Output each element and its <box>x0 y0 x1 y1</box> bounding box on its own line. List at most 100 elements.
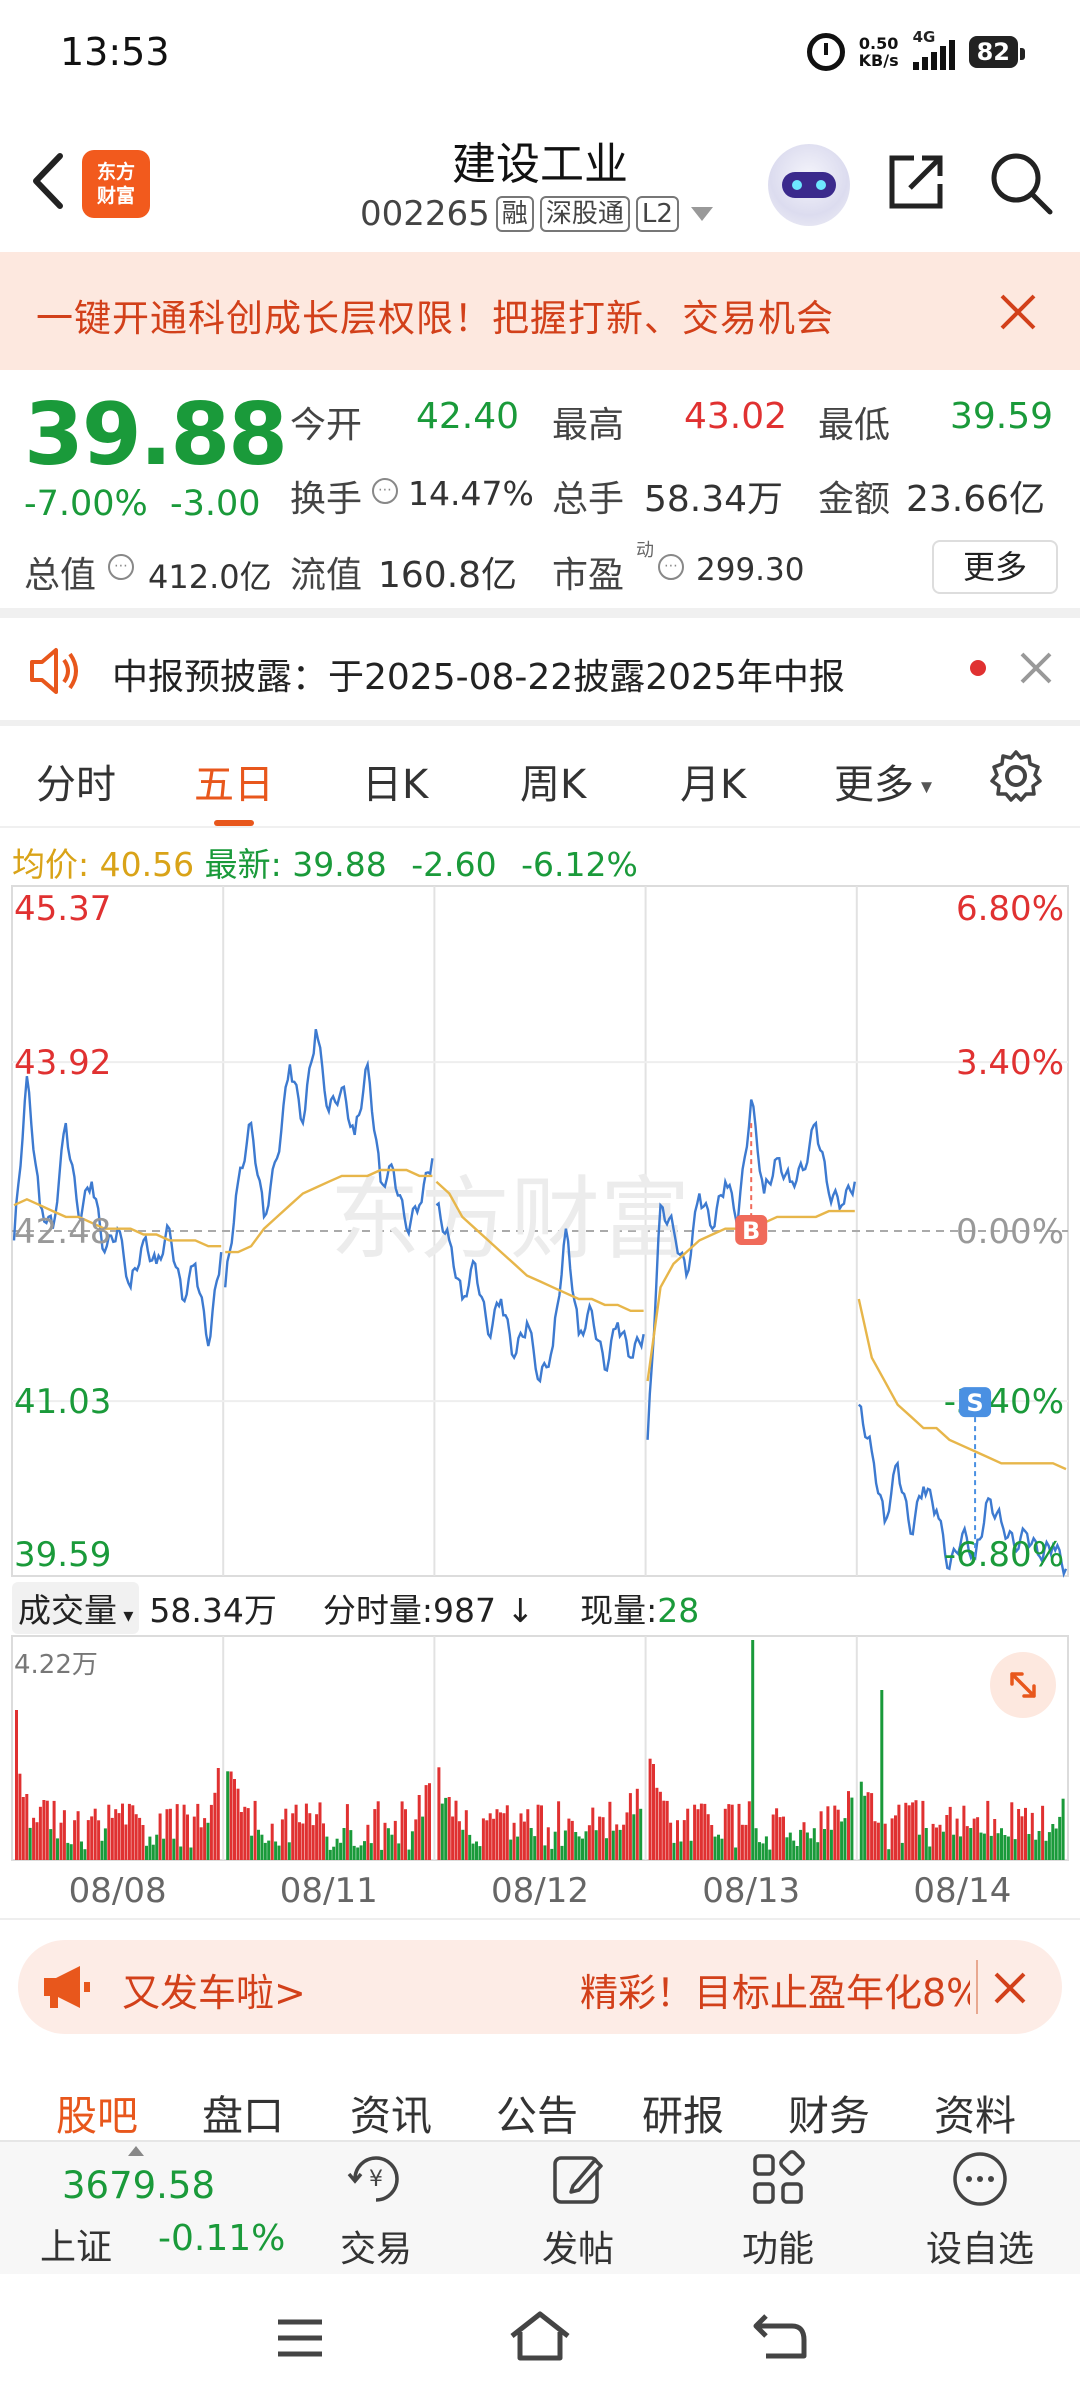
tab-news[interactable]: 资讯 <box>350 2082 432 2142</box>
promo-left-text[interactable]: 又发车啦> <box>122 1962 306 2017</box>
volume-bar <box>635 1788 639 1860</box>
tab-announcements[interactable]: 公告 <box>496 2082 578 2142</box>
x-tick-label: 08/12 <box>491 1871 589 1911</box>
volume-bar <box>499 1812 502 1860</box>
volume-bar <box>686 1808 690 1860</box>
nav-functions[interactable]: 功能 <box>708 2148 848 2272</box>
tab-orderbook[interactable]: 盘口 <box>202 2082 284 2142</box>
volume-bar <box>744 1824 748 1860</box>
volume-bar <box>976 1817 980 1860</box>
divider <box>0 1918 1080 1920</box>
volume-bar <box>1017 1809 1021 1860</box>
info-icon[interactable]: ⋯ <box>108 554 134 580</box>
info-icon[interactable]: ⋯ <box>372 478 398 504</box>
tab-financials[interactable]: 财务 <box>788 2082 870 2142</box>
stock-code-line[interactable]: 002265 融 深股通 L2 <box>360 194 713 234</box>
volume-bar <box>945 1815 949 1860</box>
volume-bar <box>151 1844 155 1860</box>
low-value: 39.59 <box>950 396 1054 437</box>
volume-bar <box>1041 1805 1045 1860</box>
volume-bar <box>900 1842 904 1860</box>
high-label: 最高 <box>552 405 625 446</box>
volume-bar <box>274 1841 278 1860</box>
volume-bar <box>792 1840 796 1860</box>
tab-intraday[interactable]: 分时 <box>36 752 116 810</box>
menu-icon[interactable] <box>276 2318 324 2358</box>
status-bar: 13:53 0.50 KB/s 4G 82 <box>0 0 1080 110</box>
volume-bar <box>1000 1828 1003 1860</box>
promo-banner[interactable]: 一键开通科创成长层权限！把握打新、交易机会 <box>0 252 1080 370</box>
volume-bar <box>652 1764 655 1860</box>
volume-bar <box>213 1792 217 1860</box>
volume-bar <box>833 1805 837 1860</box>
volume-bar <box>533 1836 537 1860</box>
tab-more[interactable]: 更多 ▾ <box>834 752 932 810</box>
volume-bar <box>229 1771 233 1860</box>
search-icon[interactable] <box>988 150 1054 216</box>
home-icon[interactable] <box>508 2310 572 2362</box>
tab-profile[interactable]: 资料 <box>934 2082 1016 2142</box>
tab-weekly-k[interactable]: 周K <box>520 752 586 810</box>
info-icon[interactable]: ⋯ <box>658 554 684 580</box>
low-label: 最低 <box>818 405 891 446</box>
volume-bar <box>114 1809 118 1860</box>
nav-add-watchlist[interactable]: 设自选 <box>910 2148 1050 2272</box>
volume-bar <box>608 1801 612 1860</box>
volume-bar <box>93 1808 97 1860</box>
volume-bar <box>69 1844 73 1860</box>
avg-price-label: 均价: <box>12 845 90 884</box>
volume-bar <box>665 1800 669 1860</box>
notice-text: 中报预披露：于2025-08-22披露2025年中报 <box>112 657 845 698</box>
volume-bar <box>679 1841 683 1860</box>
volume-bar <box>764 1836 768 1860</box>
volume-bar <box>924 1828 928 1860</box>
volume-bar <box>540 1805 543 1860</box>
nav-trade[interactable]: ¥ 交易 <box>306 2148 446 2272</box>
volume-bar <box>812 1828 816 1860</box>
five-day-chart[interactable]: 东方财富 45.37 6.80% 43.92 3.40% 42.48 0.00% 41.03… <box>0 880 1080 1920</box>
change-amount: -3.00 <box>170 484 261 524</box>
volume-bar <box>710 1825 714 1860</box>
volume-selector[interactable]: 成交量 ▾ <box>12 1582 140 1634</box>
volume-bar <box>601 1817 605 1860</box>
tab-forum[interactable]: 股吧 <box>56 2082 138 2142</box>
volume-bar <box>802 1822 806 1860</box>
volume-bar <box>805 1832 809 1860</box>
volume-bar <box>192 1816 196 1860</box>
index-value[interactable]: 3679.58 <box>62 2164 215 2207</box>
close-icon[interactable] <box>990 1968 1030 2008</box>
tab-research[interactable]: 研报 <box>642 2082 724 2142</box>
notice-bar[interactable]: 中报预披露：于2025-08-22披露2025年中报 <box>0 620 1080 720</box>
expand-icon[interactable] <box>990 1652 1056 1718</box>
volume-bar <box>509 1839 513 1860</box>
volume-bar <box>526 1809 530 1860</box>
volume-bar <box>21 1797 25 1860</box>
more-button[interactable]: 更多 <box>932 540 1058 594</box>
promo-right-text[interactable]: 精彩！目标止盈年化8% <box>580 1962 970 2017</box>
tab-daily-k[interactable]: 日K <box>362 752 428 810</box>
volume-bar <box>986 1800 990 1860</box>
close-icon[interactable] <box>1018 650 1054 686</box>
share-icon[interactable] <box>884 150 948 214</box>
tab-five-day[interactable]: 五日 <box>194 752 274 826</box>
divider <box>0 826 1080 828</box>
volume-bar <box>342 1828 346 1860</box>
gear-icon[interactable] <box>988 748 1044 804</box>
tab-monthly-k[interactable]: 月K <box>680 752 746 810</box>
last-price: 39.88 <box>24 385 288 485</box>
volume-bar <box>921 1800 925 1860</box>
back-nav-icon[interactable] <box>752 2312 808 2360</box>
volume-bar <box>468 1834 472 1860</box>
volume-bar <box>829 1829 833 1860</box>
close-icon[interactable] <box>998 292 1038 332</box>
volume-bar <box>669 1822 673 1860</box>
volume-bar <box>35 1822 39 1860</box>
promo-bar[interactable]: 又发车啦> 精彩！目标止盈年化8% <box>18 1940 1062 2034</box>
ai-assistant-icon[interactable] <box>768 144 850 226</box>
volume-bar <box>421 1816 425 1860</box>
volume-bar <box>928 1846 932 1860</box>
nav-post[interactable]: 发帖 <box>508 2148 648 2272</box>
volume-bar <box>97 1820 101 1860</box>
y-right-tick: -6.80% <box>944 1535 1064 1575</box>
volume-bar <box>823 1829 826 1860</box>
